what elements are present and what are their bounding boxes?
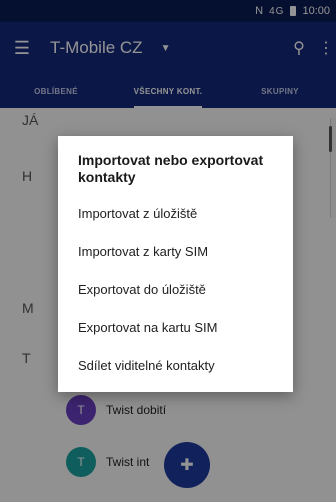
option-import-from-sim[interactable]: Importovat z karty SIM (78, 244, 278, 260)
option-import-from-storage[interactable]: Importovat z úložiště (78, 206, 278, 222)
import-export-dialog: Importovat nebo exportovat kontakty Impo… (58, 136, 293, 392)
dialog-title: Importovat nebo exportovat kontakty (78, 152, 264, 185)
option-export-to-sim[interactable]: Exportovat na kartu SIM (78, 320, 278, 336)
option-export-to-storage[interactable]: Exportovat do úložiště (78, 282, 278, 298)
option-share-visible-contacts[interactable]: Sdílet viditelné kontakty (78, 358, 278, 374)
